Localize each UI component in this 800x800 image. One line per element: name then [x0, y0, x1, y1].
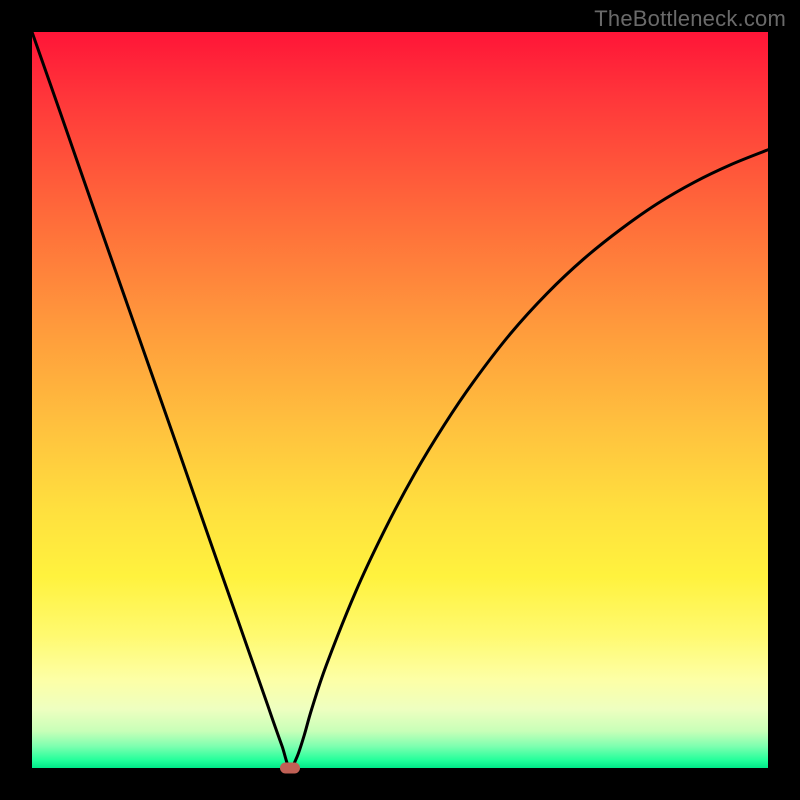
optimum-marker: [280, 763, 300, 774]
chart-frame: TheBottleneck.com: [0, 0, 800, 800]
watermark-text: TheBottleneck.com: [594, 6, 786, 32]
plot-area: [32, 32, 768, 768]
bottleneck-curve: [32, 32, 768, 768]
